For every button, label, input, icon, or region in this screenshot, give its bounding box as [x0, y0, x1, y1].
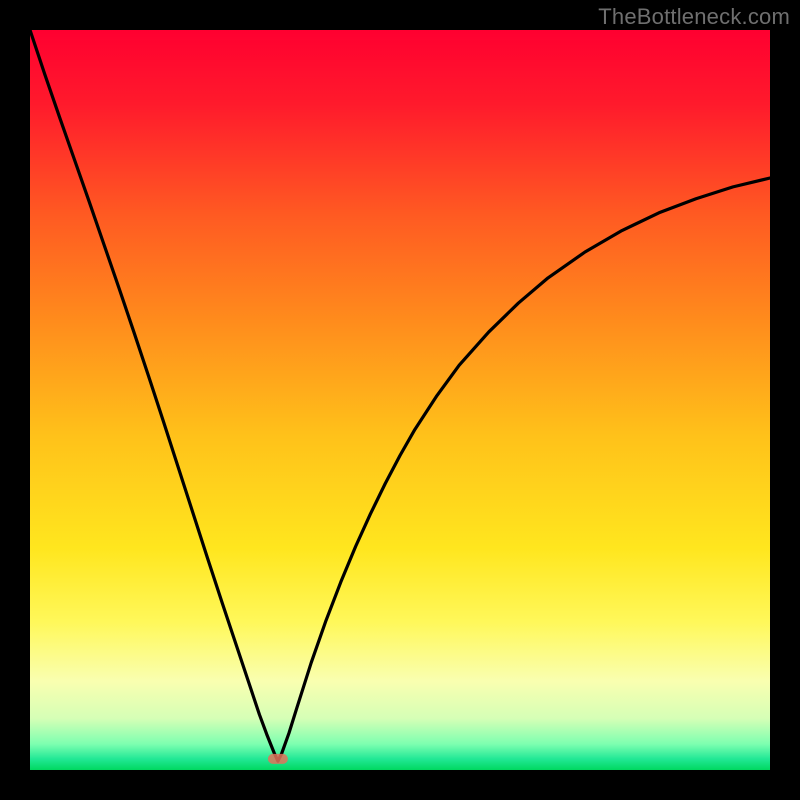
chart-svg [30, 30, 770, 770]
optimal-marker [268, 754, 288, 764]
watermark-text: TheBottleneck.com [598, 4, 790, 30]
gradient-background [30, 30, 770, 770]
chart-frame [30, 30, 770, 770]
